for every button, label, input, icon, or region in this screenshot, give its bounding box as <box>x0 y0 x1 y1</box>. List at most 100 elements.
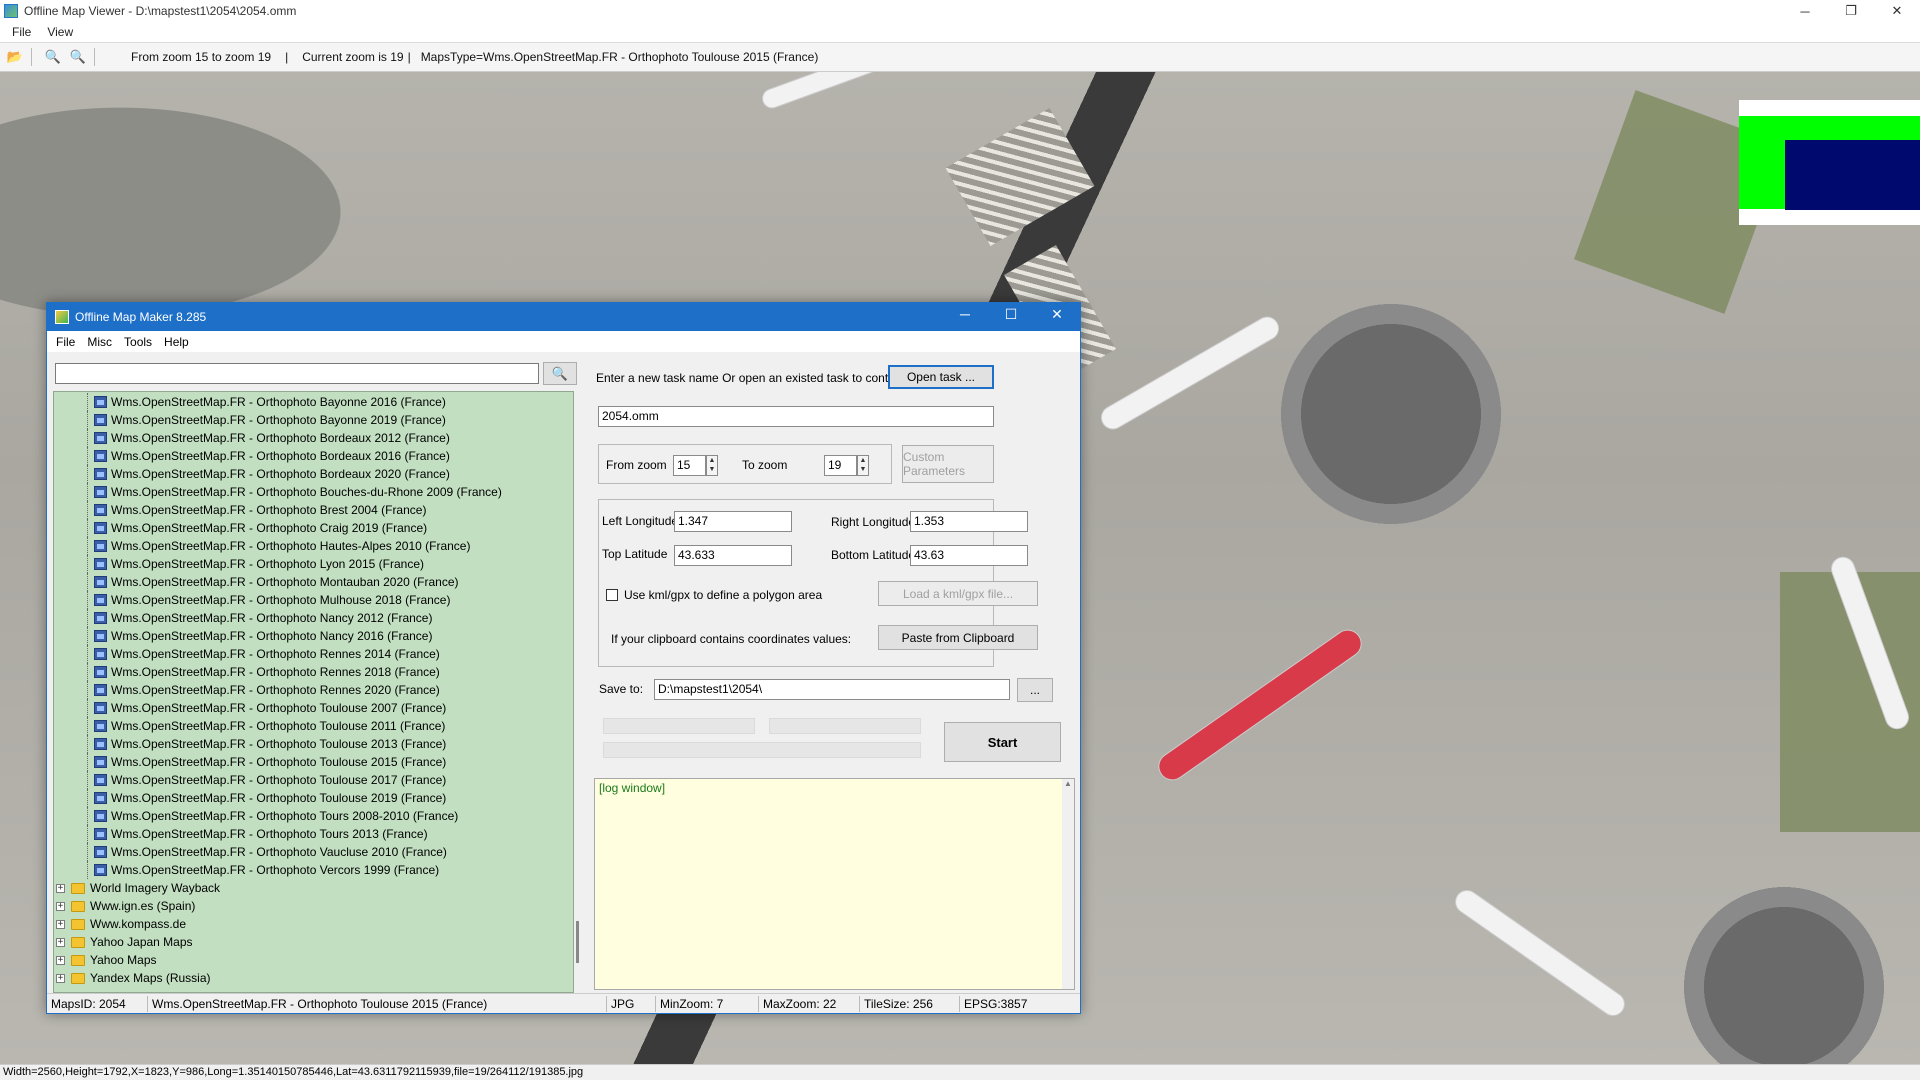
tree-leaf-item[interactable]: Wms.OpenStreetMap.FR - Orthophoto Brest … <box>54 501 573 519</box>
tree-folder-item[interactable]: + Yahoo Japan Maps <box>54 933 573 951</box>
open-folder-icon[interactable]: 📂 <box>5 47 25 67</box>
task-settings-pane: Enter a new task name Or open an existed… <box>592 358 1077 994</box>
tree-folder-item[interactable]: + Yahoo Maps <box>54 951 573 969</box>
tree-connector-line <box>87 753 88 771</box>
top-latitude-label: Top Latitude <box>602 547 668 561</box>
load-kml-button[interactable]: Load a kml/gpx file... <box>878 581 1038 606</box>
menu-help[interactable]: Help <box>158 335 195 349</box>
tree-leaf-item[interactable]: Wms.OpenStreetMap.FR - Orthophoto Bayonn… <box>54 393 573 411</box>
tree-leaf-item[interactable]: Wms.OpenStreetMap.FR - Orthophoto Toulou… <box>54 789 573 807</box>
tree-leaf-item[interactable]: Wms.OpenStreetMap.FR - Orthophoto Nancy … <box>54 627 573 645</box>
tree-leaf-item[interactable]: Wms.OpenStreetMap.FR - Orthophoto Hautes… <box>54 537 573 555</box>
expand-icon[interactable]: + <box>56 901 65 911</box>
tree-leaf-item[interactable]: Wms.OpenStreetMap.FR - Orthophoto Vauclu… <box>54 843 573 861</box>
tree-scrollbar[interactable] <box>574 391 584 993</box>
menu-file[interactable]: File <box>4 25 39 39</box>
map-layer-icon <box>94 666 107 678</box>
restore-icon[interactable]: ❐ <box>1828 0 1874 22</box>
expand-icon[interactable]: + <box>56 937 65 947</box>
task-name-input[interactable]: 2054.omm <box>598 406 994 427</box>
to-zoom-stepper[interactable]: ▲ ▼ <box>857 455 869 476</box>
tree-leaf-item[interactable]: Wms.OpenStreetMap.FR - Orthophoto Rennes… <box>54 645 573 663</box>
tree-folder-item[interactable]: + Yandex Maps (Russia) <box>54 969 573 987</box>
tree-leaf-item[interactable]: Wms.OpenStreetMap.FR - Orthophoto Toulou… <box>54 699 573 717</box>
tree-leaf-item[interactable]: Wms.OpenStreetMap.FR - Orthophoto Craig … <box>54 519 573 537</box>
minimize-icon[interactable]: ─ <box>942 303 988 325</box>
search-button[interactable]: 🔍 <box>543 362 577 385</box>
expand-icon[interactable]: + <box>56 919 65 929</box>
save-to-input[interactable]: D:\mapstest1\2054\ <box>654 679 1010 700</box>
tree-leaf-item[interactable]: Wms.OpenStreetMap.FR - Orthophoto Bordea… <box>54 429 573 447</box>
close-icon[interactable]: ✕ <box>1034 303 1080 325</box>
tree-leaf-label: Wms.OpenStreetMap.FR - Orthophoto Toulou… <box>111 701 447 715</box>
menu-misc[interactable]: Misc <box>81 335 118 349</box>
top-latitude-input[interactable]: 43.633 <box>674 545 792 566</box>
tree-leaf-item[interactable]: Wms.OpenStreetMap.FR - Orthophoto Vercor… <box>54 861 573 879</box>
close-icon[interactable]: ✕ <box>1874 0 1920 22</box>
tree-connector-line <box>87 411 88 429</box>
toolbar-separator <box>94 48 95 66</box>
kml-checkbox[interactable] <box>606 589 618 601</box>
tree-folder-item[interactable]: + Www.kompass.de <box>54 915 573 933</box>
tree-leaf-item[interactable]: Wms.OpenStreetMap.FR - Orthophoto Mulhou… <box>54 591 573 609</box>
expand-icon[interactable]: + <box>56 883 65 893</box>
maker-statusbar: MapsID: 2054 Wms.OpenStreetMap.FR - Orth… <box>47 993 1080 1013</box>
expand-icon[interactable]: + <box>56 973 65 983</box>
map-layer-icon <box>94 576 107 588</box>
tree-folder-item[interactable]: + Www.ign.es (Spain) <box>54 897 573 915</box>
tree-leaf-item[interactable]: Wms.OpenStreetMap.FR - Orthophoto Nancy … <box>54 609 573 627</box>
tree-leaf-item[interactable]: Wms.OpenStreetMap.FR - Orthophoto Toulou… <box>54 771 573 789</box>
to-zoom-input[interactable]: 19 <box>824 455 857 476</box>
menu-tools[interactable]: Tools <box>118 335 158 349</box>
bottom-latitude-input[interactable]: 43.63 <box>910 545 1028 566</box>
tree-connector-line <box>87 735 88 753</box>
tree-leaf-item[interactable]: Wms.OpenStreetMap.FR - Orthophoto Bayonn… <box>54 411 573 429</box>
tree-leaf-item[interactable]: Wms.OpenStreetMap.FR - Orthophoto Bouche… <box>54 483 573 501</box>
tree-leaf-item[interactable]: Wms.OpenStreetMap.FR - Orthophoto Tours … <box>54 807 573 825</box>
zoom-in-icon[interactable]: 🔍 <box>68 47 88 67</box>
tree-leaf-item[interactable]: Wms.OpenStreetMap.FR - Orthophoto Rennes… <box>54 681 573 699</box>
tree-leaf-item[interactable]: Wms.OpenStreetMap.FR - Orthophoto Bordea… <box>54 465 573 483</box>
menu-file[interactable]: File <box>50 335 81 349</box>
tree-connector-line <box>87 591 88 609</box>
tree-leaf-item[interactable]: Wms.OpenStreetMap.FR - Orthophoto Toulou… <box>54 735 573 753</box>
search-input[interactable] <box>55 363 539 384</box>
tree-folder-item[interactable]: + World Imagery Wayback <box>54 879 573 897</box>
left-longitude-input[interactable]: 1.347 <box>674 511 792 532</box>
browse-button[interactable]: ... <box>1017 678 1053 702</box>
bottom-latitude-label: Bottom Latitude <box>831 548 916 562</box>
viewer-toolbar: 📂 🔍 🔍 From zoom 15 to zoom 19 | Current … <box>0 42 1920 72</box>
tree-leaf-item[interactable]: Wms.OpenStreetMap.FR - Orthophoto Montau… <box>54 573 573 591</box>
start-button[interactable]: Start <box>944 722 1061 762</box>
maximize-icon[interactable]: ☐ <box>988 303 1034 325</box>
from-zoom-input[interactable]: 15 <box>673 455 706 476</box>
tree-leaf-item[interactable]: Wms.OpenStreetMap.FR - Orthophoto Toulou… <box>54 717 573 735</box>
folder-icon <box>71 972 85 984</box>
menu-view[interactable]: View <box>39 25 81 39</box>
map-layer-icon <box>94 522 107 534</box>
open-task-button[interactable]: Open task ... <box>888 365 994 389</box>
tree-leaf-item[interactable]: Wms.OpenStreetMap.FR - Orthophoto Toulou… <box>54 753 573 771</box>
expand-icon[interactable]: + <box>56 955 65 965</box>
tree-connector-line <box>87 861 88 879</box>
status-format: JPG <box>607 995 656 1012</box>
tree-leaf-label: Wms.OpenStreetMap.FR - Orthophoto Tours … <box>111 827 428 841</box>
aircraft <box>760 72 880 110</box>
tree-leaf-item[interactable]: Wms.OpenStreetMap.FR - Orthophoto Tours … <box>54 825 573 843</box>
zoom-out-icon[interactable]: 🔍 <box>43 47 63 67</box>
tree-leaf-item[interactable]: Wms.OpenStreetMap.FR - Orthophoto Rennes… <box>54 663 573 681</box>
scrollbar-thumb[interactable] <box>576 921 579 963</box>
tree-connector-line <box>87 609 88 627</box>
paste-clipboard-button[interactable]: Paste from Clipboard <box>878 625 1038 650</box>
minimize-icon[interactable]: ─ <box>1782 0 1828 22</box>
log-scrollbar[interactable]: ▲ <box>1062 779 1074 989</box>
log-window[interactable]: [log window] ▲ <box>594 778 1075 990</box>
right-longitude-input[interactable]: 1.353 <box>910 511 1028 532</box>
custom-parameters-button[interactable]: Custom Parameters <box>902 445 994 483</box>
map-source-tree[interactable]: Wms.OpenStreetMap.FR - Orthophoto Bayonn… <box>53 391 574 993</box>
tree-leaf-item[interactable]: Wms.OpenStreetMap.FR - Orthophoto Lyon 2… <box>54 555 573 573</box>
right-longitude-label: Right Longitude <box>831 515 916 529</box>
tree-connector-line <box>87 645 88 663</box>
tree-leaf-item[interactable]: Wms.OpenStreetMap.FR - Orthophoto Bordea… <box>54 447 573 465</box>
from-zoom-stepper[interactable]: ▲ ▼ <box>706 455 718 476</box>
